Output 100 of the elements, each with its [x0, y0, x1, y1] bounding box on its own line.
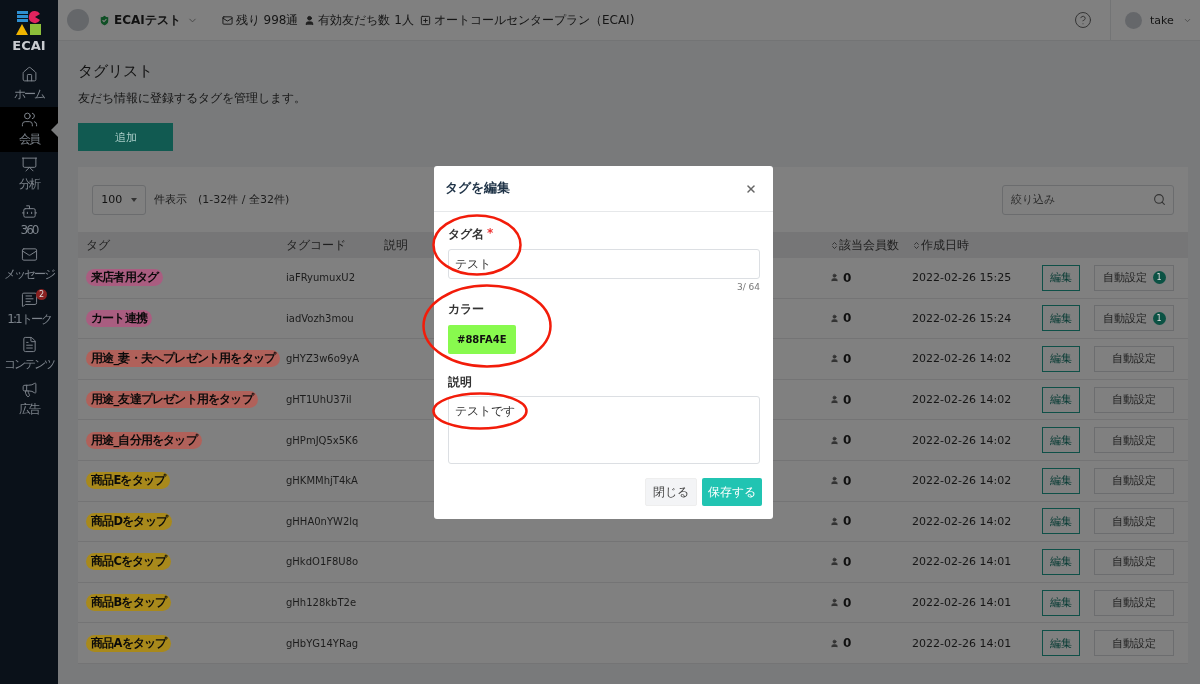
close-icon[interactable] [745, 182, 757, 195]
created-date: 2022-02-26 14:02 [912, 433, 1013, 447]
page-title: タグリスト [78, 62, 154, 81]
tag-code: gHT1UhU37il [286, 394, 353, 406]
auto-setting-button[interactable]: 自動設定 [1094, 548, 1174, 575]
edit-button[interactable]: 編集 [1042, 386, 1080, 413]
auto-setting-button[interactable]: 自動設定 [1094, 427, 1174, 454]
message-icon [20, 246, 38, 263]
column-header[interactable]: 作成日時 [921, 237, 969, 253]
close-button[interactable]: 閉じる [645, 478, 697, 506]
tag-code: gHPmJQ5x5K6 [286, 434, 360, 446]
mail-icon [221, 14, 233, 26]
tag-code: gHHA0nYW2lq [286, 515, 360, 527]
field-label: タグ名 [448, 226, 484, 243]
edit-button[interactable]: 編集 [1042, 427, 1080, 454]
user-icon [304, 14, 316, 26]
auto-setting-button[interactable]: 自動設定 [1094, 467, 1174, 494]
sidebar-item[interactable]: ホーム [0, 62, 58, 107]
tag-label: 商品Aをタップ [86, 634, 172, 652]
tag-label: 商品Cをタップ [86, 553, 171, 571]
sidebar-item[interactable]: 会員 [0, 107, 58, 152]
auto-setting-button[interactable]: 自動設定 [1094, 630, 1174, 657]
created-date: 2022-02-26 15:24 [912, 311, 1013, 325]
column-header: タグコード [286, 237, 346, 253]
sidebar-item[interactable]: 分析 [0, 152, 58, 197]
save-button[interactable]: 保存する [702, 478, 762, 506]
tag-label: 商品Bをタップ [86, 594, 172, 612]
plan-name: オートコールセンタープラン（ECAI) [433, 11, 635, 29]
created-date: 2022-02-26 14:02 [912, 514, 1013, 528]
sidebar-item[interactable]: 広告 [0, 377, 58, 422]
caret-icon [130, 197, 137, 202]
member-count: 0 [843, 392, 852, 407]
row-count: 件表示 (1-32件 / 全32件) [154, 192, 290, 207]
count-badge: 1 [1152, 271, 1166, 285]
dialog-title: タグを編集 [445, 180, 510, 197]
tag-code: iadVozh3mou [286, 312, 355, 324]
page-size-select[interactable]: 100 [92, 184, 146, 215]
created-date: 2022-02-26 14:02 [912, 474, 1013, 488]
edit-button[interactable]: 編集 [1042, 264, 1080, 291]
member-count: 0 [843, 636, 852, 651]
sidebar-item[interactable]: メッセージ [0, 242, 58, 287]
field-label: 説明 [448, 374, 472, 391]
created-date: 2022-02-26 14:01 [912, 636, 1013, 650]
add-button[interactable]: 追加 [78, 123, 173, 151]
member-count: 0 [843, 554, 852, 569]
tag-label: 来店者用タグ [86, 269, 164, 287]
logo-icon [16, 9, 42, 36]
auto-setting-button[interactable]: 自動設定 [1094, 346, 1174, 372]
auto-setting-button[interactable]: 自動設定 [1094, 589, 1174, 616]
remaining-messages: 残り 998通 [235, 11, 299, 29]
person-icon [830, 273, 839, 283]
member-count: 0 [843, 514, 852, 529]
auto-setting-button[interactable]: 自動設定 [1094, 508, 1174, 535]
auto-setting-button[interactable]: 自動設定 1 [1094, 264, 1174, 291]
tag-label: 商品Eをタップ [86, 472, 171, 490]
description-input[interactable]: テストです [448, 396, 760, 464]
shield-icon [98, 13, 111, 27]
home-icon [20, 66, 38, 83]
notification-badge: 2 [36, 289, 47, 300]
column-header: 説明 [384, 237, 408, 253]
edit-button[interactable]: 編集 [1042, 305, 1080, 332]
sort-icon[interactable] [912, 240, 921, 250]
tag-code: gHbYG14YRag [286, 637, 360, 649]
field-label: カラー [448, 301, 484, 318]
color-swatch[interactable]: #88FA4E [448, 325, 516, 354]
auto-setting-button[interactable]: 自動設定 1 [1094, 305, 1174, 332]
edit-button[interactable]: 編集 [1042, 346, 1080, 372]
analytics-icon [20, 156, 38, 173]
person-icon [830, 638, 839, 648]
edit-button[interactable]: 編集 [1042, 467, 1080, 494]
tag-label: 商品Dをタップ [86, 512, 172, 530]
edit-button[interactable]: 編集 [1042, 548, 1080, 575]
edit-button[interactable]: 編集 [1042, 589, 1080, 616]
user-name[interactable]: take [1150, 13, 1174, 27]
edit-button[interactable]: 編集 [1042, 630, 1080, 657]
tag-label: 用途_妻・夫へプレゼント用をタップ [86, 350, 281, 368]
account-name[interactable]: ECAIテスト [114, 11, 181, 29]
person-icon [830, 435, 839, 445]
tag-name-input[interactable]: テスト [448, 249, 760, 279]
person-icon [830, 557, 839, 567]
friend-count: 有効友だち数 1人 [318, 11, 414, 29]
tag-code: gHh128kbT2e [286, 597, 358, 609]
tag-code: gHkdO1F8U8o [286, 556, 360, 568]
required-mark: * [487, 226, 494, 242]
auto-setting-button[interactable]: 自動設定 [1094, 386, 1174, 413]
filter-field[interactable]: 絞り込み [1002, 184, 1174, 215]
tag-code: gHYZ3w6o9yA [286, 353, 360, 365]
sidebar-item[interactable]: 360 [0, 197, 58, 242]
ads-icon [20, 381, 38, 398]
character-counter: 3/ 64 [736, 282, 760, 292]
help-icon[interactable] [1073, 11, 1092, 29]
members-icon [20, 111, 38, 128]
member-count: 0 [843, 433, 852, 448]
tag-label: 用途_友達プレゼント用をタップ [86, 391, 258, 409]
sidebar-item[interactable]: 1:1トーク 2 [0, 287, 58, 332]
sort-icon[interactable] [830, 240, 839, 250]
sidebar-item[interactable]: コンテンツ [0, 332, 58, 377]
edit-button[interactable]: 編集 [1042, 508, 1080, 535]
member-count: 0 [843, 311, 852, 326]
column-header[interactable]: 該当会員数 [839, 237, 899, 253]
